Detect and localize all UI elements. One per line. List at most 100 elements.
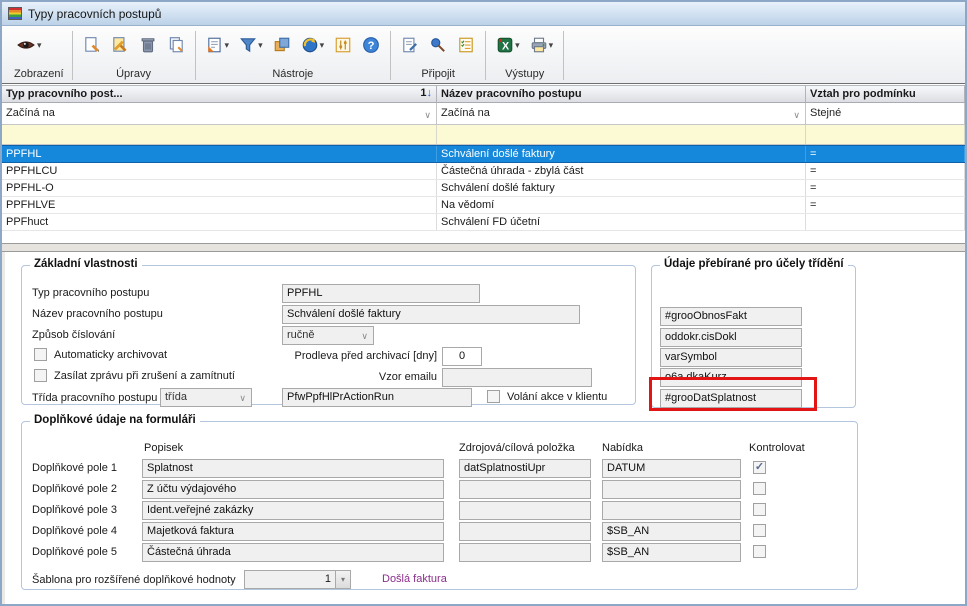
volani-checkbox[interactable]: [487, 390, 500, 403]
kontrolovat-checkbox[interactable]: [753, 524, 766, 537]
cell-vztah[interactable]: =: [806, 146, 965, 162]
entry-cell-typ[interactable]: [2, 125, 437, 144]
template-link[interactable]: Došlá faktura: [382, 573, 447, 586]
attach-note-button[interactable]: [399, 34, 421, 56]
chevron-down-icon: ∨: [793, 107, 800, 124]
cell-typ[interactable]: PPFHL: [2, 146, 437, 162]
entry-cell-vztah[interactable]: [806, 125, 965, 144]
cell-vztah[interactable]: =: [806, 163, 965, 179]
table-row[interactable]: PPFHL-O Schválení došlé faktury =: [2, 180, 965, 197]
popisek-field[interactable]: Ident.veřejné zakázky: [142, 501, 444, 520]
note-pencil-icon: [401, 36, 419, 54]
table-row[interactable]: PPFHLCU Částečná úhrada - zbylá část =: [2, 163, 965, 180]
new-button[interactable]: [81, 34, 103, 56]
cell-vztah[interactable]: =: [806, 197, 965, 213]
kontrolovat-checkbox[interactable]: [753, 545, 766, 558]
kontrolovat-checkbox[interactable]: ✓: [753, 461, 766, 474]
sorting-field-2[interactable]: oddokr.cisDokl: [660, 328, 802, 347]
cell-vztah[interactable]: [806, 214, 965, 230]
kontrolovat-checkbox[interactable]: [753, 482, 766, 495]
nabidka-field[interactable]: DATUM: [602, 459, 741, 478]
sliders-icon: [334, 36, 352, 54]
filter-combo-nazev[interactable]: Začíná na∨: [437, 103, 806, 124]
popisek-field[interactable]: Částečná úhrada: [142, 543, 444, 562]
column-header-nazev[interactable]: Název pracovního postupu: [437, 86, 806, 102]
groupbox-basic: Základní vlastnosti Typ pracovního postu…: [21, 265, 636, 405]
trida-combo[interactable]: třída∨: [160, 388, 252, 407]
print-button[interactable]: ▾: [528, 34, 556, 56]
trida-class-field[interactable]: PfwPpfHlPrActionRun: [282, 388, 472, 407]
edit-button[interactable]: [109, 34, 131, 56]
notebook-icon: [206, 36, 224, 54]
help-button[interactable]: ?: [360, 34, 382, 56]
popisek-field[interactable]: Splatnost: [142, 459, 444, 478]
prodleva-field[interactable]: 0: [442, 347, 482, 366]
view-button[interactable]: ▾: [14, 34, 44, 56]
vzor-label: Vzor emailu: [232, 371, 437, 384]
popisek-field[interactable]: Z účtu výdajového: [142, 480, 444, 499]
column-header-typ[interactable]: Typ pracovního post... 1↓: [2, 86, 437, 102]
toolbar-group-vystupy: X ▾ ▾ Výstupy: [486, 28, 563, 83]
table-row[interactable]: PPFHL Schválení došlé faktury =: [2, 145, 965, 163]
table-row[interactable]: PPFhuct Schválení FD účetní: [2, 214, 965, 231]
copy-button[interactable]: [165, 34, 187, 56]
pushpin-icon: [429, 36, 447, 54]
popisek-field[interactable]: Majetková faktura: [142, 522, 444, 541]
layers-button[interactable]: [271, 34, 293, 56]
filter-combo-vztah[interactable]: Stejné: [806, 103, 965, 124]
records-button[interactable]: ▾: [204, 34, 232, 56]
zdroj-field[interactable]: [459, 501, 591, 520]
entry-cell-nazev[interactable]: [437, 125, 806, 144]
groupbox-title: Údaje přebírané pro účely třídění: [660, 258, 848, 270]
cell-typ[interactable]: PPFHLVE: [2, 197, 437, 213]
cell-typ[interactable]: PPFHL-O: [2, 180, 437, 196]
filter-button[interactable]: ▾: [237, 34, 265, 56]
delete-button[interactable]: [137, 34, 159, 56]
excel-export-button[interactable]: X ▾: [494, 34, 522, 56]
zdroj-field[interactable]: [459, 480, 591, 499]
spinner-button[interactable]: ▾: [335, 571, 350, 588]
template-spinner[interactable]: 1 ▾: [244, 570, 351, 589]
cell-typ[interactable]: PPFHLCU: [2, 163, 437, 179]
nazev-field[interactable]: Schválení došlé faktury: [282, 305, 580, 324]
filter-combo-typ[interactable]: Začíná na∨: [2, 103, 437, 124]
kontrolovat-checkbox[interactable]: [753, 503, 766, 516]
zprava-checkbox[interactable]: [34, 369, 47, 382]
cell-nazev[interactable]: Částečná úhrada - zbylá část: [437, 163, 806, 179]
archiv-checkbox[interactable]: [34, 348, 47, 361]
column-header-vztah[interactable]: Vztah pro podmínku: [806, 86, 965, 102]
workflow-grid: Typ pracovního post... 1↓ Název pracovní…: [2, 85, 965, 244]
vzor-field[interactable]: [442, 368, 592, 387]
cell-nazev[interactable]: Schválení došlé faktury: [437, 146, 806, 162]
toolbar-group-label: Zobrazení: [14, 68, 64, 82]
nabidka-field[interactable]: $SB_AN: [602, 522, 741, 541]
sorting-field-3[interactable]: varSymbol: [660, 348, 802, 367]
groupbox-extra: Doplňkové údaje na formuláři Popisek Zdr…: [21, 421, 858, 590]
trash-icon: [139, 36, 157, 54]
cell-nazev[interactable]: Schválení došlé faktury: [437, 180, 806, 196]
cell-nazev[interactable]: Schválení FD účetní: [437, 214, 806, 230]
parameters-button[interactable]: [332, 34, 354, 56]
zdroj-field[interactable]: [459, 522, 591, 541]
nabidka-field[interactable]: [602, 501, 741, 520]
cell-typ[interactable]: PPFhuct: [2, 214, 437, 230]
prodleva-label: Prodleva před archivací [dny]: [232, 350, 437, 363]
chevron-down-icon: ∨: [239, 392, 246, 405]
nabidka-field[interactable]: [602, 480, 741, 499]
typ-field[interactable]: PPFHL: [282, 284, 480, 303]
cell-nazev[interactable]: Na vědomí: [437, 197, 806, 213]
nabidka-field[interactable]: $SB_AN: [602, 543, 741, 562]
cell-vztah[interactable]: =: [806, 180, 965, 196]
app-window: Typy pracovních postupů ▾ Zobrazení: [0, 0, 967, 606]
sync-button[interactable]: ▾: [299, 34, 327, 56]
table-row[interactable]: PPFHLVE Na vědomí =: [2, 197, 965, 214]
checklist-button[interactable]: [455, 34, 477, 56]
header-kontrolovat: Kontrolovat: [749, 442, 805, 455]
sorting-field-1[interactable]: #grooObnosFakt: [660, 307, 802, 326]
toolbar-group-label: Připojit: [399, 68, 477, 82]
splitter[interactable]: [2, 243, 965, 252]
cislovani-combo[interactable]: ručně∨: [282, 326, 374, 345]
zdroj-field[interactable]: [459, 543, 591, 562]
zdroj-field[interactable]: datSplatnostiUpr: [459, 459, 591, 478]
pin-button[interactable]: [427, 34, 449, 56]
